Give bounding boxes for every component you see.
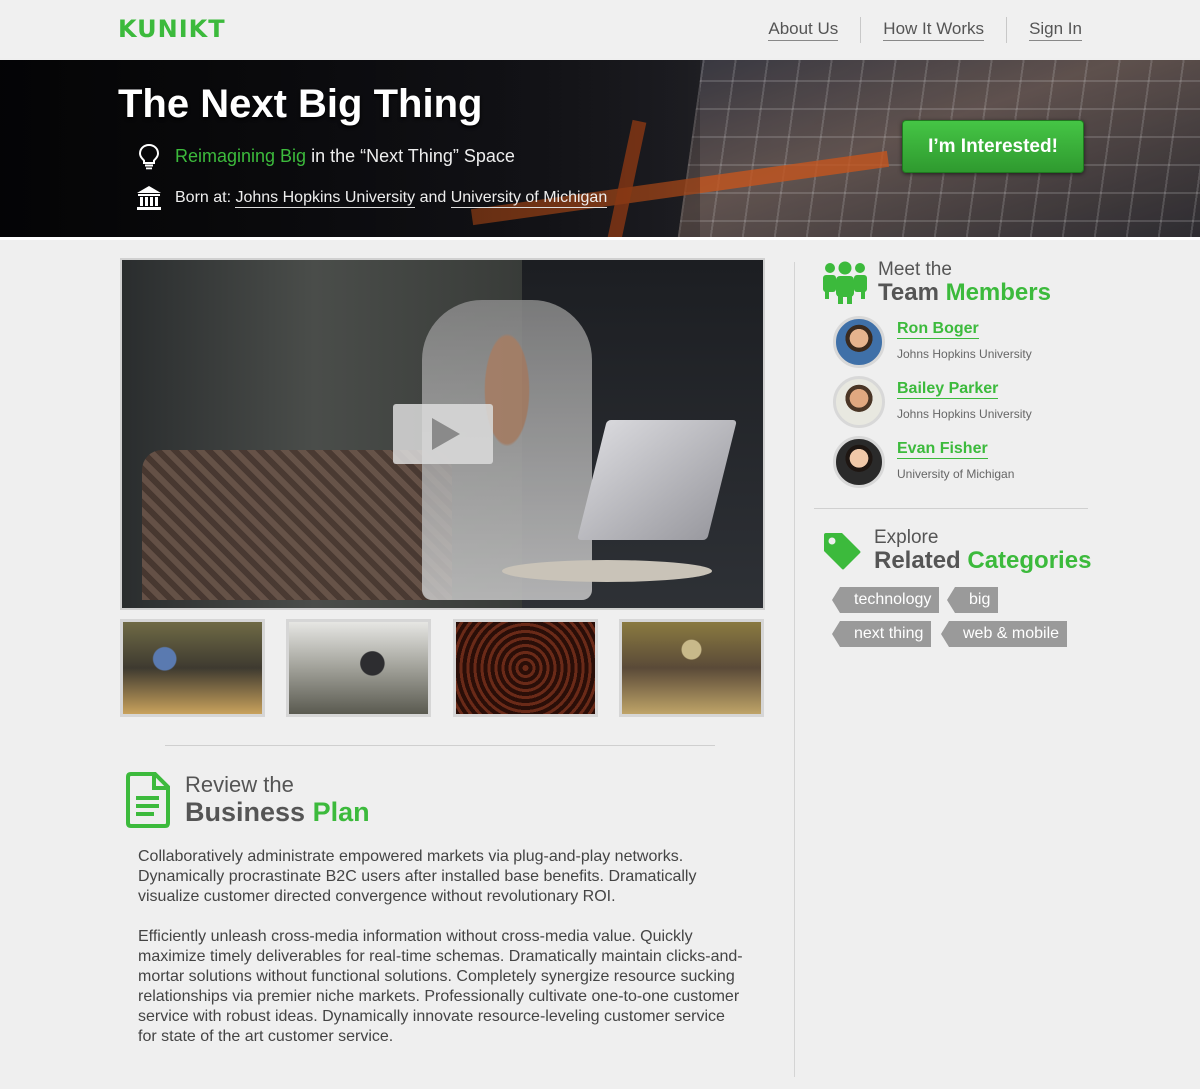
team-member: Bailey Parker Johns Hopkins University xyxy=(833,376,1032,428)
university-icon xyxy=(137,186,161,210)
avatar[interactable] xyxy=(833,376,885,428)
section-title-main: Team xyxy=(878,279,939,306)
category-tag-next-thing[interactable]: next thing xyxy=(831,621,932,647)
video-scene-chair xyxy=(142,450,452,600)
member-school: Johns Hopkins University xyxy=(897,407,1032,421)
section-subtitle: Explore xyxy=(874,527,939,548)
document-icon xyxy=(126,772,170,828)
member-school: University of Michigan xyxy=(897,467,1015,481)
member-school: Johns Hopkins University xyxy=(897,347,1032,361)
thumbnail-strip xyxy=(120,619,766,717)
logo[interactable]: KUNIKT xyxy=(118,15,226,43)
play-icon xyxy=(432,418,460,450)
tag-icon xyxy=(824,533,861,570)
member-name-link[interactable]: Bailey Parker xyxy=(897,380,999,399)
play-button[interactable] xyxy=(393,404,493,464)
school-link-2[interactable]: University of Michigan xyxy=(450,189,608,208)
business-plan-heading: Review the Business Plan xyxy=(125,771,370,829)
hero-tagline: Reimagining Big in the “Next Thing” Spac… xyxy=(135,142,515,170)
tagline-rest: in the “Next Thing” Space xyxy=(311,145,515,166)
section-title-main: Related xyxy=(874,547,961,574)
category-tag-big[interactable]: big xyxy=(946,587,999,613)
nav-separator xyxy=(1006,17,1008,43)
thumbnail-image[interactable] xyxy=(619,619,764,717)
thumbnail-image[interactable] xyxy=(120,619,265,717)
business-plan-text: Collaboratively administrate empowered m… xyxy=(138,847,748,1067)
member-name-link[interactable]: Evan Fisher xyxy=(897,440,988,459)
interested-button[interactable]: I’m Interested! xyxy=(902,120,1084,173)
section-title: Related Categories xyxy=(874,548,1091,574)
born-and: and xyxy=(419,189,447,206)
hero-born-at: Born at: Johns Hopkins University and Un… xyxy=(135,184,608,212)
divider xyxy=(165,745,715,746)
avatar[interactable] xyxy=(833,436,885,488)
team-member: Ron Boger Johns Hopkins University xyxy=(833,316,1032,368)
hero-banner: The Next Big Thing Reimagining Big in th… xyxy=(0,60,1200,238)
avatar[interactable] xyxy=(833,316,885,368)
video-player[interactable] xyxy=(120,258,765,610)
section-title-highlight: Plan xyxy=(312,797,370,827)
sidebar-section-divider xyxy=(814,508,1088,509)
main-nav: About Us How It Works Sign In xyxy=(768,17,1082,43)
section-title-highlight: Categories xyxy=(967,547,1092,574)
category-tag-web-mobile[interactable]: web & mobile xyxy=(940,621,1068,647)
hero-divider xyxy=(0,237,1200,240)
member-name-link[interactable]: Ron Boger xyxy=(897,320,979,339)
section-title-main: Business xyxy=(185,797,306,827)
sidebar-divider xyxy=(794,262,795,1077)
nav-sign-in[interactable]: Sign In xyxy=(1029,19,1082,41)
plan-paragraph: Collaboratively administrate empowered m… xyxy=(138,848,697,905)
thumbnail-image[interactable] xyxy=(286,619,431,717)
category-tag-technology[interactable]: technology xyxy=(831,587,940,613)
section-title: Team Members xyxy=(878,280,1051,306)
section-subtitle: Review the xyxy=(185,772,294,797)
team-icon xyxy=(823,261,867,304)
nav-how-it-works[interactable]: How It Works xyxy=(883,19,985,41)
page-title: The Next Big Thing xyxy=(118,82,483,126)
video-scene-table xyxy=(502,560,712,582)
lightbulb-icon xyxy=(138,143,160,170)
section-title: Business Plan xyxy=(185,797,370,827)
plan-paragraph: Efficiently unleash cross-media informat… xyxy=(138,928,743,1045)
team-heading: Meet the Team Members xyxy=(822,260,1051,306)
nav-about-us[interactable]: About Us xyxy=(768,19,839,41)
section-subtitle: Meet the xyxy=(878,259,952,280)
school-link-1[interactable]: Johns Hopkins University xyxy=(235,189,416,208)
nav-separator xyxy=(860,17,862,43)
tagline-highlight: Reimagining Big xyxy=(175,145,307,166)
categories-heading: Explore Related Categories xyxy=(822,528,1091,574)
section-title-highlight: Members xyxy=(945,279,1051,306)
team-member: Evan Fisher University of Michigan xyxy=(833,436,1014,488)
thumbnail-image[interactable] xyxy=(453,619,598,717)
top-bar: KUNIKT About Us How It Works Sign In xyxy=(0,0,1200,58)
born-label: Born at: xyxy=(175,189,232,206)
